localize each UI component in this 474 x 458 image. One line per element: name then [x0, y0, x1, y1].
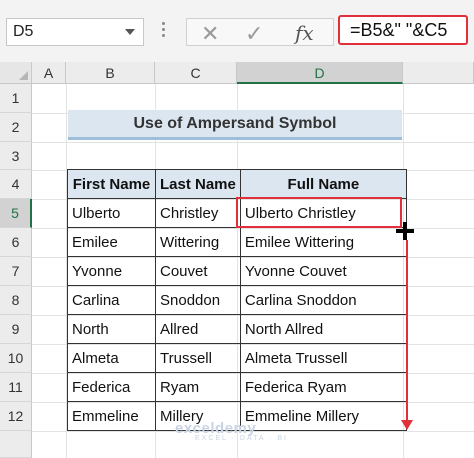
formula-bar-area: D5 ✕ ✓ fx =B5&" "&C5	[0, 0, 474, 62]
arrow-down-icon	[401, 420, 413, 430]
header-first-name[interactable]: First Name	[67, 169, 156, 199]
row-header-1[interactable]: 1	[0, 84, 32, 113]
formula-tools: ✕ ✓ fx	[186, 18, 334, 46]
cell-first-name[interactable]: Almeta	[67, 343, 156, 373]
row-header-3[interactable]: 3	[0, 142, 32, 170]
sheet-title[interactable]: Use of Ampersand Symbol	[68, 110, 402, 140]
watermark-logo: exceldemy EXCEL · DATA · BI	[175, 420, 288, 442]
cell-last-name[interactable]: Trussell	[155, 343, 241, 373]
table-row: Yvonne Couvet Yvonne Couvet	[67, 256, 407, 286]
cell-first-name[interactable]: North	[67, 314, 156, 344]
header-last-name[interactable]: Last Name	[155, 169, 241, 199]
row-header-12[interactable]: 12	[0, 402, 32, 431]
cell-first-name[interactable]: Federica	[67, 372, 156, 402]
table-row: Emilee Wittering Emilee Wittering	[67, 227, 407, 257]
table-header-row: First Name Last Name Full Name	[67, 169, 407, 199]
row-header-13[interactable]	[0, 431, 32, 458]
cell-first-name[interactable]: Emilee	[67, 227, 156, 257]
cell-full-name[interactable]: Carlina Snoddon	[239, 285, 407, 315]
insert-function-icon[interactable]: fx	[295, 21, 314, 45]
drag-handle-icon[interactable]	[162, 20, 166, 46]
name-box[interactable]: D5	[6, 18, 144, 46]
cell-first-name[interactable]: Carlina	[67, 285, 156, 315]
table-row: Carlina Snoddon Carlina Snoddon	[67, 285, 407, 315]
row-header-4[interactable]: 4	[0, 170, 32, 199]
cell-first-name[interactable]: Emmeline	[67, 401, 156, 431]
table-row: North Allred North Allred	[67, 314, 407, 344]
cell-first-name[interactable]: Ulberto	[67, 198, 156, 228]
gridline	[32, 142, 474, 143]
cancel-icon[interactable]: ✕	[201, 21, 219, 47]
cell-last-name[interactable]: Snoddon	[155, 285, 241, 315]
column-header-a[interactable]: A	[32, 62, 66, 84]
column-header-d[interactable]: D	[237, 62, 403, 84]
cell-last-name[interactable]: Ryam	[155, 372, 241, 402]
formula-text: =B5&" "&C5	[350, 20, 448, 40]
row-header-10[interactable]: 10	[0, 344, 32, 373]
header-full-name[interactable]: Full Name	[239, 169, 407, 199]
check-icon[interactable]: ✓	[245, 21, 263, 47]
cell-last-name[interactable]: Christley	[155, 198, 241, 228]
watermark-tagline: EXCEL · DATA · BI	[195, 435, 288, 442]
row-header-7[interactable]: 7	[0, 257, 32, 286]
name-box-value: D5	[13, 23, 34, 40]
row-header-6[interactable]: 6	[0, 228, 32, 257]
cell-full-name[interactable]: Almeta Trussell	[239, 343, 407, 373]
chevron-down-icon[interactable]	[125, 29, 135, 35]
table-row: Almeta Trussell Almeta Trussell	[67, 343, 407, 373]
fill-handle-cursor-icon[interactable]	[396, 222, 414, 240]
column-header-b[interactable]: B	[66, 62, 155, 84]
cell-last-name[interactable]: Couvet	[155, 256, 241, 286]
cell-last-name[interactable]: Wittering	[155, 227, 241, 257]
cell-full-name[interactable]: North Allred	[239, 314, 407, 344]
cell-last-name[interactable]: Allred	[155, 314, 241, 344]
row-header-9[interactable]: 9	[0, 315, 32, 344]
formula-input[interactable]: =B5&" "&C5	[338, 15, 468, 45]
row-header-8[interactable]: 8	[0, 286, 32, 315]
drag-down-arrow	[406, 240, 408, 425]
cell-full-name[interactable]: Emilee Wittering	[239, 227, 407, 257]
column-header-c[interactable]: C	[155, 62, 237, 84]
table-row: Federica Ryam Federica Ryam	[67, 372, 407, 402]
row-header-2[interactable]: 2	[0, 113, 32, 142]
cell-first-name[interactable]: Yvonne	[67, 256, 156, 286]
select-all-corner[interactable]	[0, 62, 32, 84]
column-header-e[interactable]	[403, 62, 474, 84]
cell-full-name[interactable]: Federica Ryam	[239, 372, 407, 402]
row-header-5[interactable]: 5	[0, 199, 32, 228]
active-cell-highlight[interactable]	[236, 197, 402, 228]
cell-full-name[interactable]: Yvonne Couvet	[239, 256, 407, 286]
row-header-11[interactable]: 11	[0, 373, 32, 402]
